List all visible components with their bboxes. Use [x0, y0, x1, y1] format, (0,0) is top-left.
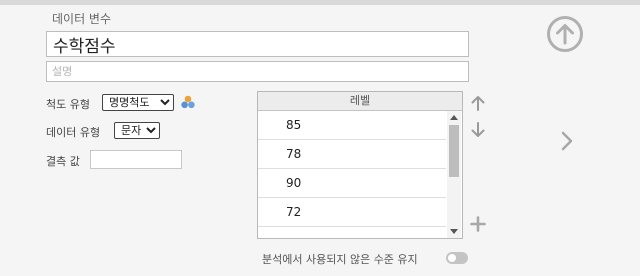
measure-type-select[interactable]: 명명척도	[102, 94, 174, 111]
retain-unused-levels-toggle[interactable]	[446, 252, 468, 264]
levels-header: 레벨	[258, 92, 462, 111]
level-row[interactable]: 72	[258, 198, 446, 227]
level-row[interactable]: 85	[258, 111, 446, 140]
data-type-select[interactable]: 문자	[114, 122, 160, 139]
circle-up-arrow-icon[interactable]	[546, 15, 584, 53]
measure-type-label: 척도 유형	[46, 98, 90, 111]
section-title: 데이터 변수	[52, 12, 112, 26]
scroll-up-icon[interactable]	[450, 115, 458, 120]
toggle-knob	[448, 254, 456, 262]
level-row[interactable]: 78	[258, 140, 446, 169]
scroll-down-icon[interactable]	[450, 229, 458, 234]
levels-scrollbar[interactable]	[447, 111, 461, 238]
plus-icon[interactable]	[470, 216, 486, 232]
missing-values-input[interactable]	[90, 150, 182, 169]
levels-list[interactable]: 85 78 90 72	[258, 111, 462, 238]
missing-values-label: 결측 값	[46, 155, 80, 168]
top-border	[0, 0, 640, 5]
variable-description-input[interactable]	[46, 61, 469, 82]
retain-unused-levels-label: 분석에서 사용되지 않은 수준 유지	[262, 253, 418, 266]
level-row[interactable]: 90	[258, 169, 446, 198]
arrow-down-icon[interactable]	[470, 121, 486, 139]
arrow-up-icon[interactable]	[470, 94, 486, 112]
levels-table: 레벨 85 78 90 72	[257, 91, 463, 239]
data-type-label: 데이터 유형	[46, 126, 101, 139]
scroll-thumb[interactable]	[449, 125, 459, 177]
nominal-measure-icon	[181, 95, 195, 109]
chevron-right-icon[interactable]	[560, 130, 574, 152]
variable-name-input[interactable]	[46, 31, 469, 57]
